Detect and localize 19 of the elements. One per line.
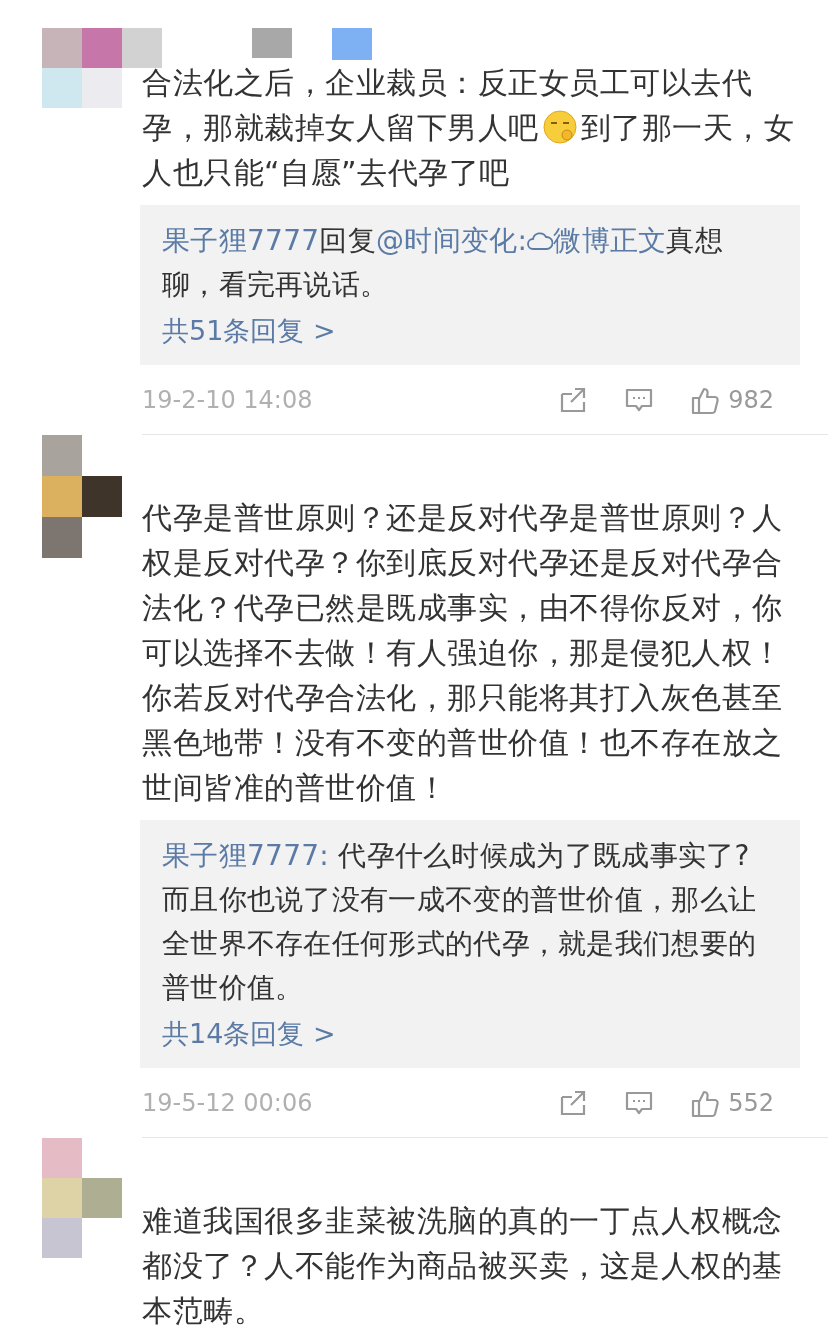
like-count: 552 (728, 1088, 774, 1119)
weibo-link[interactable]: 微博正文 (527, 224, 667, 257)
comment-text: 代孕是普世原则？还是反对代孕是普世原则？人权是反对代孕？你到底反对代孕还是反对代孕合法化？代孕已然是既成事实，由不得你反对，你可以选择不去做！有人强迫你，那是侵犯人权！你若反对代孕合法化，那只能将其打入灰色甚至黑色地带！没有不变的普世价值！也不存在放之世间皆准的普世价值！ (142, 499, 784, 807)
reply-text: 果子狸7777: 代孕什么时候成为了既成事实了?而且你也说了没有一成不变的普世价值，那么让全世界不存在任何形式的代孕，就是我们想要的普世价值。 (162, 838, 758, 1006)
comment-text: 难道我国很多韭菜被洗脑的真的一丁点人权概念都没了？人不能作为商品被买卖，这是人权的基本范畴。 (142, 1202, 784, 1330)
comment-text: 合法化之后，企业裁员：反正女员工可以去代孕，那就裁掉女人留下男人吧 到了那一天，女人也只能“自愿”去代孕了吧 (142, 64, 795, 192)
cloud-icon (527, 230, 554, 252)
user-link[interactable]: 果子狸7777: (162, 839, 330, 872)
thumbs-up-icon[interactable] (690, 385, 721, 415)
timestamp: 19-5-12 00:06 (142, 1088, 314, 1119)
thumbs-up-icon[interactable] (690, 1088, 721, 1118)
user-link[interactable]: @时间变化: (375, 224, 528, 257)
reply-text: 果子狸7777回复@时间变化: 微博正文真想聊，看完再说话。 (162, 223, 724, 303)
emoji-icon (542, 110, 577, 144)
user-link[interactable]: 果子狸7777 (162, 224, 320, 257)
more-replies-link[interactable]: 共14条回复 > (162, 1012, 336, 1056)
timestamp: 19-2-10 14:08 (142, 385, 314, 416)
more-replies-link[interactable]: 共51条回复 > (162, 309, 336, 353)
like-count: 982 (728, 385, 774, 416)
